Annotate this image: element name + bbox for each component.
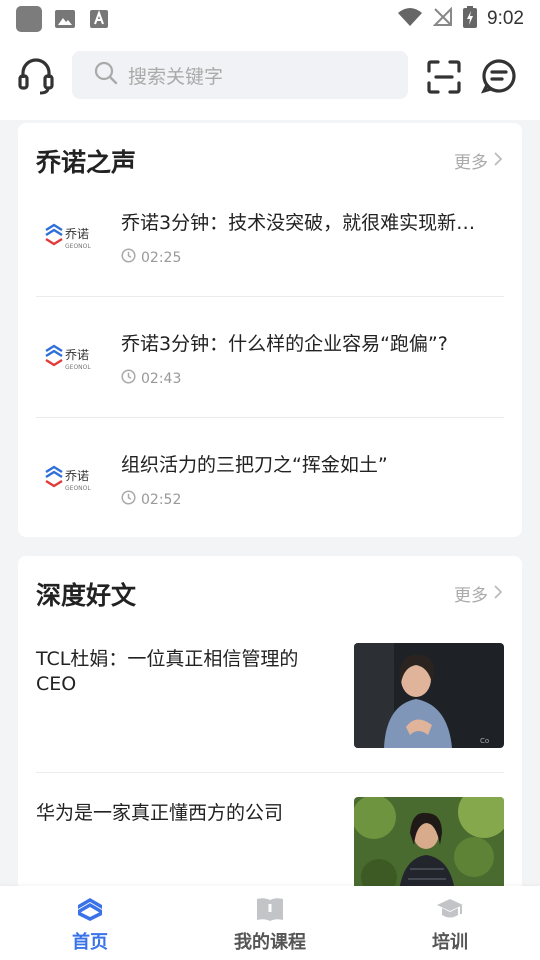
chevron-right-icon — [494, 584, 503, 604]
voice-item-duration: 02:25 — [121, 248, 181, 267]
article-thumbnail: Co — [354, 643, 504, 748]
svg-text:GEONOL: GEONOL — [65, 485, 91, 492]
voice-item-title: 组织活力的三把刀之“挥金如土” — [121, 454, 388, 476]
app-notification-icon — [16, 6, 42, 32]
voice-item-duration: 02:52 — [121, 490, 181, 509]
clock-icon — [121, 248, 136, 267]
search-icon — [94, 61, 118, 89]
duration-text: 02:43 — [141, 370, 182, 387]
svg-text:Co: Co — [480, 737, 489, 745]
article-title: 华为是一家真正懂西方的公司 — [36, 802, 284, 824]
voice-section-title: 乔诺之声 — [36, 148, 137, 177]
chevron-right-icon — [494, 151, 503, 171]
articles-section-title: 深度好文 — [36, 581, 137, 610]
voice-more-label: 更多 — [454, 153, 488, 173]
articles-more-link[interactable]: 更多 — [454, 581, 503, 606]
voice-item-title: 乔诺3分钟：技术没突破，就很难实现新… — [121, 212, 476, 234]
voice-item[interactable]: 乔诺 GEONOL 乔诺3分钟：什么样的企业容易“跑偏”? 02:43 — [36, 298, 504, 419]
battery-charging-icon — [463, 6, 478, 32]
tab-home[interactable]: 首页 — [0, 886, 180, 960]
duration-text: 02:25 — [141, 249, 182, 266]
search-input-placeholder[interactable]: 搜索关键字 — [128, 62, 223, 89]
svg-text:乔诺: 乔诺 — [65, 469, 89, 483]
top-header: 搜索关键字 — [0, 38, 540, 120]
svg-text:GEONOL: GEONOL — [65, 243, 91, 250]
voice-item[interactable]: 乔诺 GEONOL 乔诺3分钟：技术没突破，就很难实现新… 02:25 — [36, 177, 504, 298]
status-bar: 9:02 — [0, 0, 540, 38]
book-icon — [256, 896, 284, 922]
no-signal-icon — [432, 6, 453, 31]
voice-more-link[interactable]: 更多 — [454, 148, 503, 173]
divider — [36, 296, 504, 297]
duration-text: 02:52 — [141, 491, 182, 508]
tab-home-label: 首页 — [72, 932, 108, 953]
clock-time: 9:02 — [487, 8, 524, 29]
text-notification-icon — [88, 9, 110, 29]
home-icon — [76, 896, 104, 922]
tab-my-courses-label: 我的课程 — [234, 932, 306, 953]
voice-section-card: 乔诺之声 更多 乔诺 GEONOL 乔诺3分钟：技术没突破，就很难实现新… 02… — [18, 123, 522, 537]
wifi-icon — [397, 7, 423, 31]
voice-item-title: 乔诺3分钟：什么样的企业容易“跑偏”? — [121, 333, 448, 355]
articles-section-card: 深度好文 更多 TCL杜娟：一位真正相信管理的CEO Co 华为是一家真正懂西方… — [18, 556, 522, 902]
article-title: TCL杜娟：一位真正相信管理的CEO — [36, 648, 299, 695]
tab-training[interactable]: 培训 — [360, 886, 540, 960]
article-item[interactable]: TCL杜娟：一位真正相信管理的CEO Co — [36, 643, 504, 763]
geonol-logo-icon: 乔诺 GEONOL — [44, 222, 98, 252]
divider — [36, 772, 504, 773]
svg-text:乔诺: 乔诺 — [65, 227, 89, 241]
articles-more-label: 更多 — [454, 586, 488, 606]
article-item[interactable]: 华为是一家真正懂西方的公司 — [36, 797, 504, 902]
image-notification-icon — [54, 9, 76, 29]
message-icon[interactable] — [480, 58, 517, 94]
scan-icon[interactable] — [427, 60, 461, 94]
tab-my-courses[interactable]: 我的课程 — [180, 886, 360, 960]
bottom-navigation: 首页 我的课程 培训 — [0, 886, 540, 960]
search-bar[interactable]: 搜索关键字 — [72, 51, 408, 99]
divider — [36, 417, 504, 418]
customer-service-headset-icon[interactable] — [18, 56, 54, 96]
geonol-logo-icon: 乔诺 GEONOL — [44, 343, 98, 373]
svg-text:GEONOL: GEONOL — [65, 364, 91, 371]
svg-text:乔诺: 乔诺 — [65, 348, 89, 362]
voice-item[interactable]: 乔诺 GEONOL 组织活力的三把刀之“挥金如土” 02:52 — [36, 419, 504, 540]
clock-icon — [121, 490, 136, 509]
clock-icon — [121, 369, 136, 388]
tab-training-label: 培训 — [432, 932, 468, 953]
voice-item-duration: 02:43 — [121, 369, 181, 388]
graduation-cap-icon — [436, 896, 464, 922]
geonol-logo-icon: 乔诺 GEONOL — [44, 464, 98, 494]
